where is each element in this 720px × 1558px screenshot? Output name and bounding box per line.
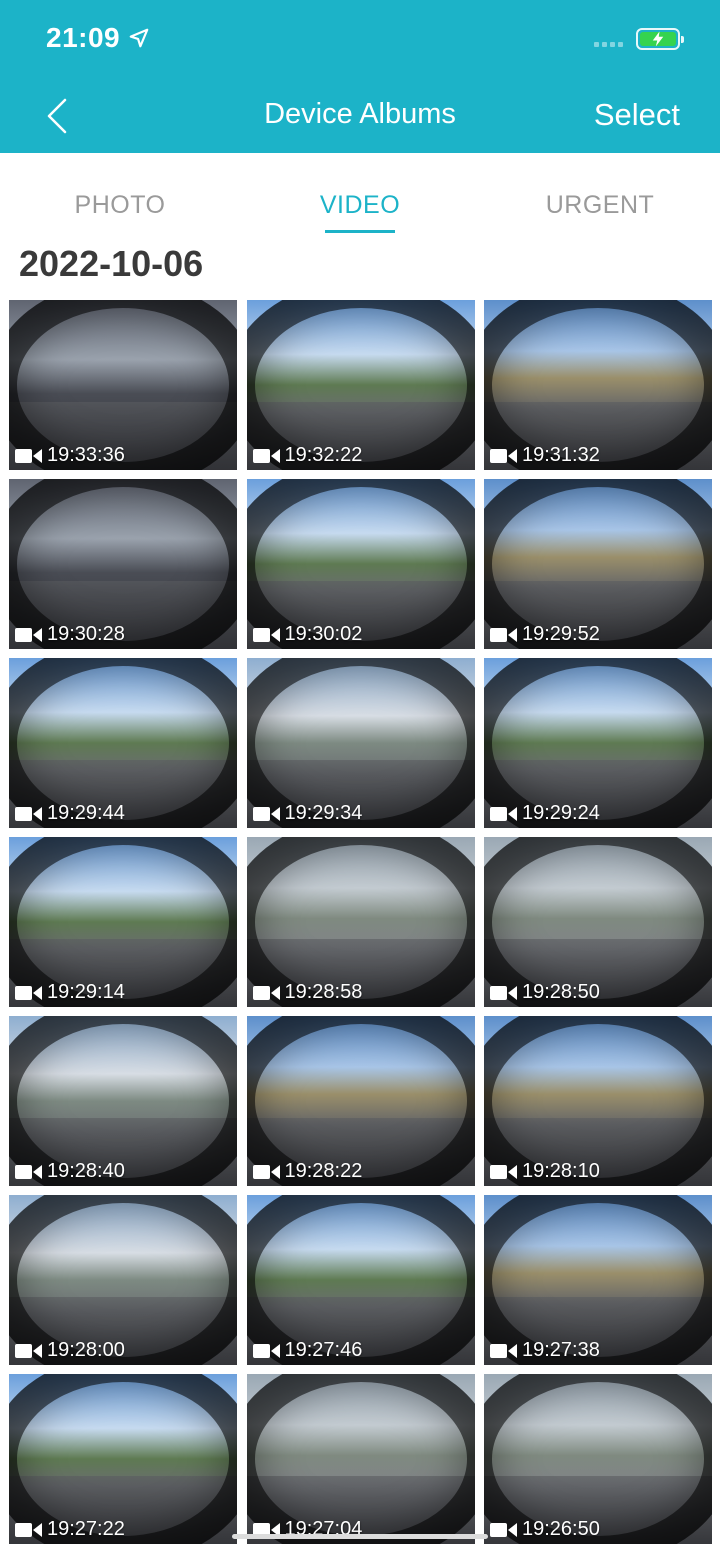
video-time: 19:27:38 (522, 1339, 600, 1361)
video-thumbnail[interactable]: 19:30:02 (246, 479, 475, 649)
video-camera-icon (15, 627, 42, 642)
video-camera-icon (490, 1164, 517, 1179)
video-camera-icon (252, 448, 280, 463)
status-bar-time: 21:09 (46, 22, 150, 54)
video-thumbnail[interactable]: 19:28:10 (484, 1016, 712, 1186)
video-thumbnail[interactable]: 19:29:44 (9, 658, 237, 828)
video-time: 19:29:14 (47, 981, 125, 1003)
video-thumbnail[interactable]: 19:28:58 (246, 837, 475, 1007)
signal-icon (594, 42, 623, 47)
video-camera-icon (490, 985, 517, 1000)
video-camera-icon (490, 1343, 517, 1358)
video-time: 19:31:32 (522, 444, 600, 466)
video-grid: 19:33:36 19:32:22 19:31:32 19:30:28 19:3… (9, 300, 712, 1544)
video-time: 19:29:34 (284, 802, 363, 824)
video-time: 19:29:52 (522, 623, 600, 645)
video-camera-icon (252, 627, 280, 642)
video-camera-icon (490, 806, 517, 821)
video-thumbnail[interactable]: 19:27:38 (484, 1195, 712, 1365)
video-camera-icon (15, 448, 42, 463)
video-time: 19:27:46 (284, 1339, 363, 1361)
tab-urgent[interactable]: URGENT (480, 191, 720, 220)
video-time: 19:33:36 (47, 444, 125, 466)
video-time: 19:30:02 (284, 623, 363, 645)
video-camera-icon (252, 1164, 280, 1179)
video-time: 19:28:40 (47, 1160, 125, 1182)
video-camera-icon (15, 1164, 42, 1179)
select-button[interactable]: Select (594, 97, 680, 133)
album-tabs: PHOTO VIDEO URGENT (0, 153, 720, 235)
video-time: 19:29:24 (522, 802, 600, 824)
video-camera-icon (490, 627, 517, 642)
video-camera-icon (15, 1343, 42, 1358)
video-time: 19:32:22 (284, 444, 363, 466)
video-thumbnail[interactable]: 19:27:46 (246, 1195, 475, 1365)
video-camera-icon (15, 1522, 42, 1537)
video-camera-icon (15, 806, 42, 821)
tab-photo[interactable]: PHOTO (0, 191, 240, 220)
video-thumbnail[interactable]: 19:29:14 (9, 837, 237, 1007)
video-camera-icon (252, 985, 280, 1000)
video-camera-icon (15, 985, 42, 1000)
video-thumbnail[interactable]: 19:29:52 (484, 479, 712, 649)
video-thumbnail[interactable]: 19:27:04 (246, 1374, 475, 1544)
video-thumbnail[interactable]: 19:28:40 (9, 1016, 237, 1186)
video-time: 19:29:44 (47, 802, 125, 824)
status-time-text: 21:09 (46, 22, 121, 53)
video-camera-icon (490, 1522, 517, 1537)
album-date-heading: 2022-10-06 (19, 243, 204, 284)
video-thumbnail[interactable]: 19:27:22 (9, 1374, 237, 1544)
battery-icon (636, 28, 684, 50)
active-tab-indicator (325, 230, 395, 233)
tab-video[interactable]: VIDEO (240, 191, 480, 220)
video-camera-icon (490, 448, 517, 463)
video-camera-icon (252, 806, 280, 821)
video-thumbnail[interactable]: 19:26:50 (484, 1374, 712, 1544)
location-arrow-icon (129, 28, 149, 48)
video-thumbnail[interactable]: 19:28:50 (484, 837, 712, 1007)
video-thumbnail[interactable]: 19:32:22 (246, 300, 475, 470)
video-thumbnail[interactable]: 19:28:00 (9, 1195, 237, 1365)
video-camera-icon (252, 1343, 280, 1358)
home-indicator[interactable] (232, 1534, 488, 1539)
video-time: 19:28:58 (284, 981, 363, 1003)
video-time: 19:28:10 (522, 1160, 600, 1182)
video-time: 19:28:22 (284, 1160, 363, 1182)
video-thumbnail[interactable]: 19:28:22 (246, 1016, 475, 1186)
video-time: 19:27:22 (47, 1518, 125, 1540)
video-thumbnail[interactable]: 19:31:32 (484, 300, 712, 470)
app-header: 21:09 Device Albums Select (0, 0, 720, 153)
video-time: 19:28:50 (522, 981, 600, 1003)
video-thumbnail[interactable]: 19:29:34 (246, 658, 475, 828)
video-time: 19:30:28 (47, 623, 125, 645)
video-time: 19:28:00 (47, 1339, 125, 1361)
video-thumbnail[interactable]: 19:29:24 (484, 658, 712, 828)
video-thumbnail[interactable]: 19:30:28 (9, 479, 237, 649)
video-time: 19:26:50 (522, 1518, 600, 1540)
video-thumbnail[interactable]: 19:33:36 (9, 300, 237, 470)
